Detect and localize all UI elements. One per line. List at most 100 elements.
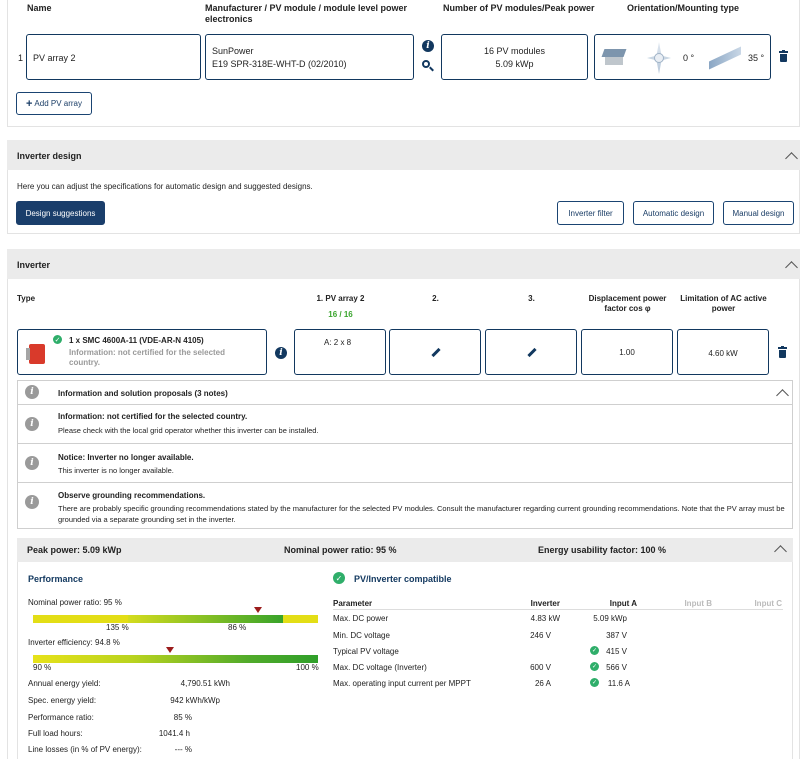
stat-value: 85 % — [173, 713, 192, 722]
module-count: 16 PV modules — [483, 46, 546, 56]
peak-power: 5.09 kWp — [495, 59, 534, 69]
array1-config-field[interactable]: A: 2 x 8 — [294, 329, 386, 375]
inverter-design-title: Inverter design — [17, 151, 82, 161]
stat-label: Performance ratio: — [28, 713, 94, 722]
compat-input-a-value: 5.09 kWp — [593, 614, 627, 623]
nominal-ratio-label: Nominal power ratio: 95 % — [28, 598, 122, 607]
nominal-gauge-right: 86 % — [228, 623, 247, 632]
compat-inverter-value: 26 A — [534, 679, 551, 688]
search-icon[interactable] — [422, 60, 434, 72]
module-info-icon[interactable]: i — [422, 40, 434, 52]
chevron-up-icon[interactable] — [785, 261, 798, 274]
col-header-modules: Number of PV modules/Peak power — [443, 3, 595, 13]
input3-edit-field[interactable] — [485, 329, 577, 375]
efficiency-gauge-right: 100 % — [296, 663, 319, 672]
compass-icon — [647, 42, 671, 74]
delete-array-icon[interactable] — [779, 49, 788, 62]
compat-param: Max. DC power — [333, 614, 389, 623]
inverter-header[interactable]: Inverter — [7, 249, 800, 279]
compat-header-input-a: Input A — [609, 599, 637, 608]
compat-header-input-b: Input B — [684, 599, 712, 608]
stat-value: 4,790.51 kWh — [180, 679, 230, 688]
cos-phi-field[interactable]: 1.00 — [581, 329, 673, 375]
chevron-up-icon[interactable] — [776, 389, 789, 402]
compat-input-a-value: 11.6 A — [607, 679, 630, 688]
chevron-up-icon[interactable] — [774, 545, 787, 558]
pv-array-name-field[interactable]: PV array 2 — [26, 34, 201, 80]
inverter-model: 1 x SMC 4600A-11 (VDE-AR-N 4105) — [69, 336, 204, 345]
house-icon — [601, 47, 628, 67]
note-text: Please check with the local grid operato… — [58, 426, 319, 435]
summary-energy-factor: Energy usability factor: 100 % — [538, 545, 667, 555]
compat-header-input-c: Input C — [754, 599, 782, 608]
ac-limit-value: 4.60 kW — [708, 349, 738, 358]
compat-input-a-value: 415 V — [606, 647, 627, 656]
notes-title: Information and solution proposals (3 no… — [58, 389, 228, 398]
pencil-icon — [527, 347, 537, 358]
azimuth-value: 0 ° — [683, 53, 695, 63]
compat-header-inverter: Inverter — [530, 599, 560, 608]
col-header-ac-limit: Limitation of AC active power — [680, 294, 767, 313]
stat-label: Spec. energy yield: — [28, 696, 97, 705]
compat-inverter-value: 600 V — [530, 663, 551, 672]
summary-peak-power: Peak power: 5.09 kWp — [27, 545, 122, 555]
inverter-icon — [26, 342, 48, 366]
inverter-select-field[interactable]: ✓ 1 x SMC 4600A-11 (VDE-AR-N 4105) Infor… — [17, 329, 267, 375]
module-select-field[interactable]: SunPower E19 SPR-318E-WHT-D (02/2010) — [205, 34, 414, 80]
summary-bar[interactable]: Peak power: 5.09 kWp Nominal power ratio… — [17, 538, 793, 562]
gauge-segment — [33, 655, 318, 663]
stat-label: Full load hours: — [28, 729, 83, 738]
note-title: Information: not certified for the selec… — [58, 412, 248, 421]
col-header-array1: 1. PV array 2 — [316, 294, 365, 303]
manual-design-button[interactable]: Manual design — [723, 201, 794, 225]
input2-edit-field[interactable] — [389, 329, 481, 375]
inverter-info-icon[interactable]: i — [275, 347, 287, 359]
info-icon: i — [25, 417, 39, 431]
col-header-type: Type — [17, 294, 36, 303]
chevron-up-icon[interactable] — [785, 152, 798, 165]
inverter-title: Inverter — [17, 260, 51, 270]
col-header-name: Name — [27, 3, 52, 13]
col-header-manufacturer: Manufacturer / PV module / module level … — [205, 3, 408, 24]
note-title: Observe grounding recommendations. — [58, 491, 206, 500]
add-pv-array-label: Add PV array — [34, 99, 82, 108]
nominal-ratio-gauge — [33, 607, 318, 623]
compat-param: Max. operating input current per MPPT — [333, 679, 471, 688]
check-icon: ✓ — [333, 572, 345, 584]
gauge-marker — [254, 607, 263, 613]
inverter-design-header[interactable]: Inverter design — [7, 140, 800, 170]
pencil-icon — [431, 347, 441, 358]
efficiency-gauge — [33, 647, 318, 663]
nominal-gauge-left: 135 % — [106, 623, 129, 632]
note-text: This inverter is no longer available. — [58, 466, 174, 475]
array1-count: 16 / 16 — [328, 310, 353, 319]
compat-param: Max. DC voltage (Inverter) — [333, 663, 427, 672]
performance-title: Performance — [28, 574, 84, 584]
note-item: i Notice: Inverter no longer available. … — [17, 444, 793, 483]
design-suggestions-button[interactable]: Design suggestions — [16, 201, 105, 225]
orientation-field[interactable]: 0 ° 35 ° — [594, 34, 771, 80]
module-name: E19 SPR-318E-WHT-D (02/2010) — [212, 59, 347, 69]
gauge-marker — [165, 647, 174, 653]
automatic-design-button[interactable]: Automatic design — [633, 201, 714, 225]
gauge-segment — [128, 615, 283, 623]
plus-icon: + — [25, 97, 33, 110]
note-item: i Observe grounding recommendations. The… — [17, 483, 793, 529]
delete-inverter-icon[interactable] — [778, 345, 787, 358]
col-header-orientation: Orientation/Mounting type — [627, 3, 739, 13]
efficiency-gauge-left: 90 % — [33, 663, 52, 672]
ac-limit-field[interactable]: 4.60 kW — [677, 329, 769, 375]
compat-param: Typical PV voltage — [333, 647, 399, 656]
info-icon: i — [25, 456, 39, 470]
add-pv-array-button[interactable]: + Add PV array — [16, 92, 92, 115]
info-icon: i — [25, 385, 39, 399]
compat-header-divider — [333, 609, 783, 610]
efficiency-label: Inverter efficiency: 94.8 % — [28, 638, 120, 647]
compat-inverter-value: 4.83 kW — [530, 614, 560, 623]
manufacturer-name: SunPower — [212, 46, 254, 56]
notes-header[interactable]: i Information and solution proposals (3 … — [17, 380, 793, 405]
tilt-value: 35 ° — [748, 53, 765, 63]
modules-field[interactable]: 16 PV modules 5.09 kWp — [441, 34, 588, 80]
inverter-filter-button[interactable]: Inverter filter — [557, 201, 624, 225]
check-icon: ✓ — [53, 335, 62, 344]
